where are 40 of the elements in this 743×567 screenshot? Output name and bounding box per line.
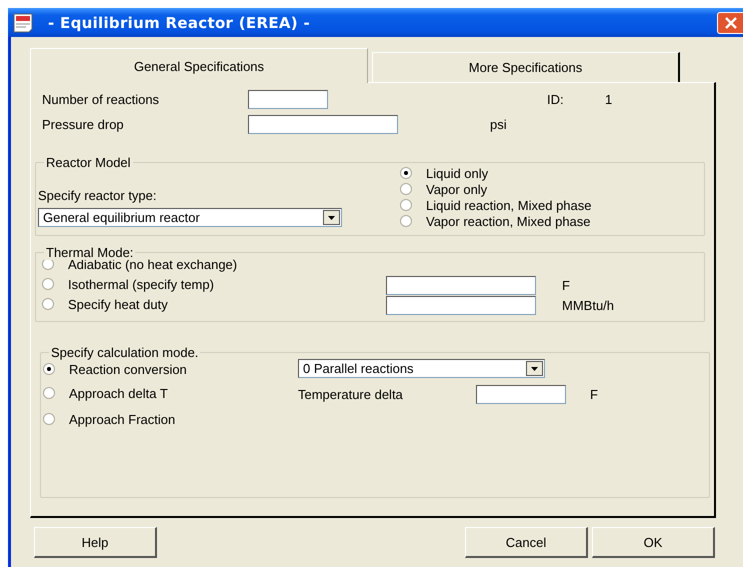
radio-button[interactable]: Approach Fraction [43,412,176,427]
caret-icon [526,360,543,376]
input-field[interactable] [476,384,566,404]
group-title: Thermal Mode: [46,245,134,260]
radio-button[interactable]: Liquid only [400,165,704,181]
field-label: Temperature delta [298,386,404,402]
field-label: Specify reactor type: [38,188,158,203]
tab[interactable]: General Specifications [30,48,368,83]
id-value: 1 [605,92,612,107]
dropdown[interactable]: 0 Parallel reactions [298,358,545,378]
input-field[interactable] [386,296,536,314]
radio-button[interactable]: Approach delta T [43,386,168,401]
unit-label: psi [490,117,507,132]
unit-label: MMBtu/h [562,298,614,312]
radio-button[interactable]: Vapor only [400,181,704,197]
button[interactable]: Help [34,527,157,558]
input-field[interactable] [386,276,536,294]
group-title: Specify calculation mode. [51,345,198,360]
caret-icon [323,210,340,225]
button[interactable]: OK [592,527,715,558]
radio-button[interactable]: Specify heat duty [42,296,168,312]
radio-button[interactable]: Liquid reaction, Mixed phase [400,197,704,213]
field-label: Number of reactions [42,92,160,107]
window-title: - Equilibrium Reactor (EREA) - [48,14,311,32]
close-button[interactable] [717,12,743,34]
radio-button[interactable]: Isothermal (specify temp) [42,276,214,292]
radio-button[interactable]: Vapor reaction, Mixed phase [400,213,704,229]
unit-label: F [590,386,598,402]
tab[interactable]: More Specifications [372,52,680,82]
button[interactable]: Cancel [465,527,588,558]
input-field[interactable] [248,90,328,109]
id-label: ID: [547,92,565,107]
radio-button[interactable]: Reaction conversion [43,362,187,377]
group-title: Reactor Model [46,155,131,170]
document-icon [12,12,34,32]
field-label: Pressure drop [42,117,125,132]
input-field[interactable] [248,115,398,134]
unit-label: F [562,278,570,292]
dropdown[interactable]: General equilibrium reactor [38,208,342,227]
close-icon [724,16,736,28]
